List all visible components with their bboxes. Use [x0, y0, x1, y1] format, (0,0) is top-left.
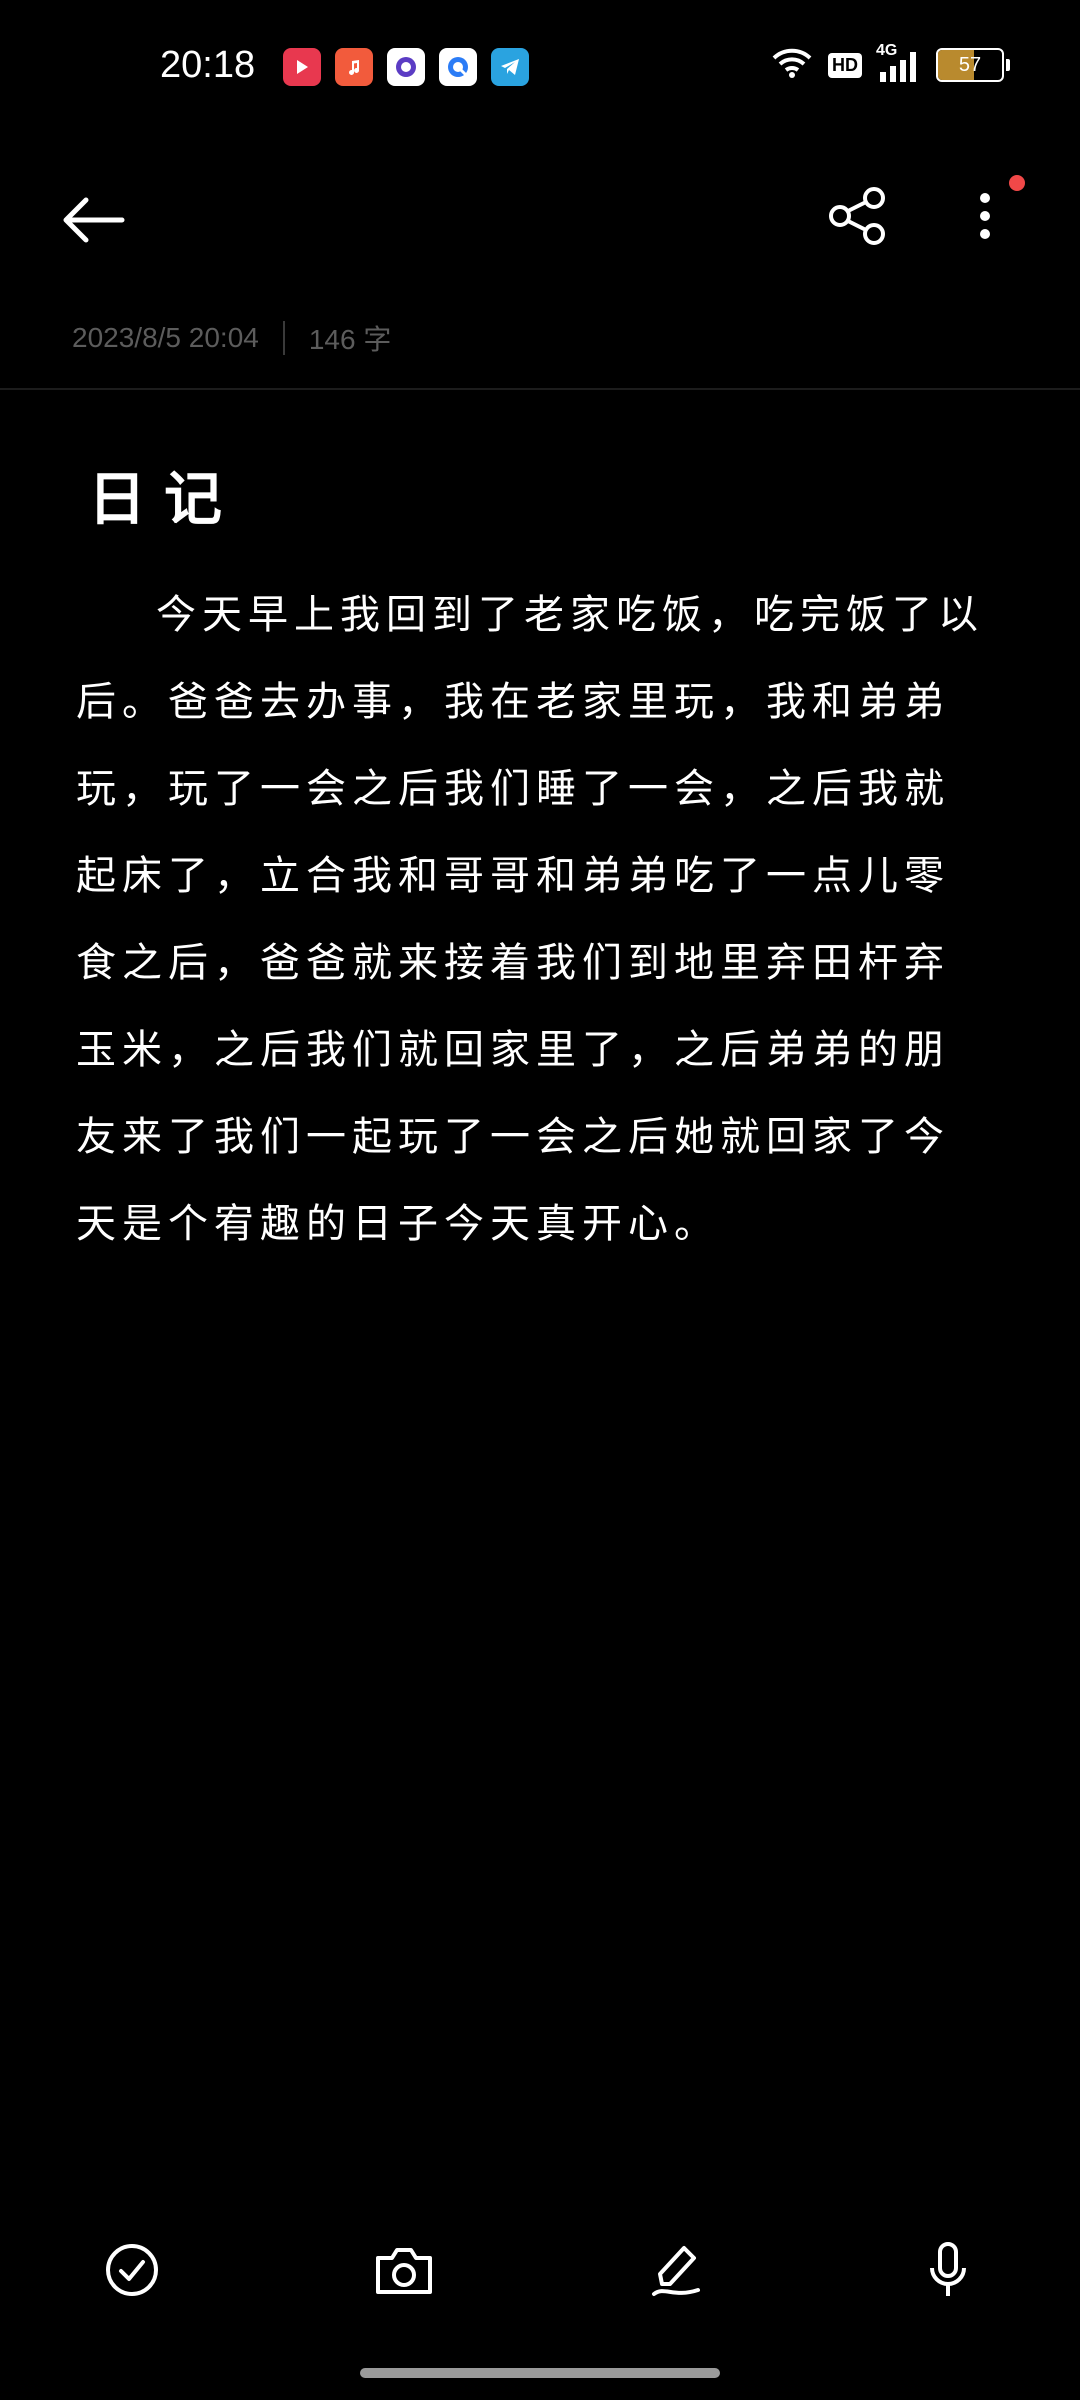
home-indicator[interactable] [360, 2368, 720, 2378]
notification-dot [1009, 175, 1025, 191]
battery-icon: 57 [936, 48, 1004, 82]
status-indicators: HD 4G 57 [770, 42, 1010, 84]
camera-button[interactable] [364, 2230, 444, 2310]
battery-cap [1006, 59, 1010, 71]
note-meta: 2023/8/5 20:04 146 字 [72, 318, 391, 358]
note-title[interactable]: 日记 [88, 452, 240, 536]
share-icon [829, 187, 885, 245]
header-divider [0, 388, 1080, 390]
checklist-button[interactable] [92, 2230, 172, 2310]
note-toolbar [0, 170, 1080, 260]
battery-indicator: 57 [936, 48, 1010, 82]
handwriting-button[interactable] [636, 2230, 716, 2310]
bottom-action-bar [0, 2230, 1080, 2330]
meta-separator [282, 321, 285, 355]
share-button[interactable] [826, 184, 890, 248]
note-body[interactable]: 今天早上我回到了老家吃饭，吃完饭了以后。爸爸去办事，我在老家里玩，我和弟弟玩，玩… [76, 572, 986, 1268]
qq-browser-app-icon [439, 48, 477, 86]
network-type-label: 4G [876, 42, 898, 59]
voice-input-button[interactable] [908, 2230, 988, 2310]
status-bar: 20:18 HD 4G 57 [0, 0, 1080, 140]
back-button[interactable] [60, 190, 130, 250]
back-arrow-icon [63, 197, 125, 243]
browser-app-icon [387, 48, 425, 86]
status-time: 20:18 [160, 44, 256, 86]
signal-icon: 4G [876, 42, 922, 82]
checklist-icon [106, 2244, 158, 2296]
music-app-icon [335, 48, 373, 86]
video-app-icon [283, 48, 321, 86]
note-date: 2023/8/5 20:04 [72, 322, 259, 353]
wifi-icon [770, 46, 814, 84]
note-word-count: 146 字 [308, 324, 392, 355]
more-vertical-icon [980, 193, 990, 239]
telegram-app-icon [491, 48, 529, 86]
hd-badge: HD [828, 52, 862, 78]
pen-icon [652, 2246, 700, 2296]
microphone-icon [930, 2242, 966, 2296]
battery-level: 57 [958, 53, 982, 76]
more-options-button[interactable] [960, 184, 1010, 248]
camera-icon [376, 2248, 432, 2294]
